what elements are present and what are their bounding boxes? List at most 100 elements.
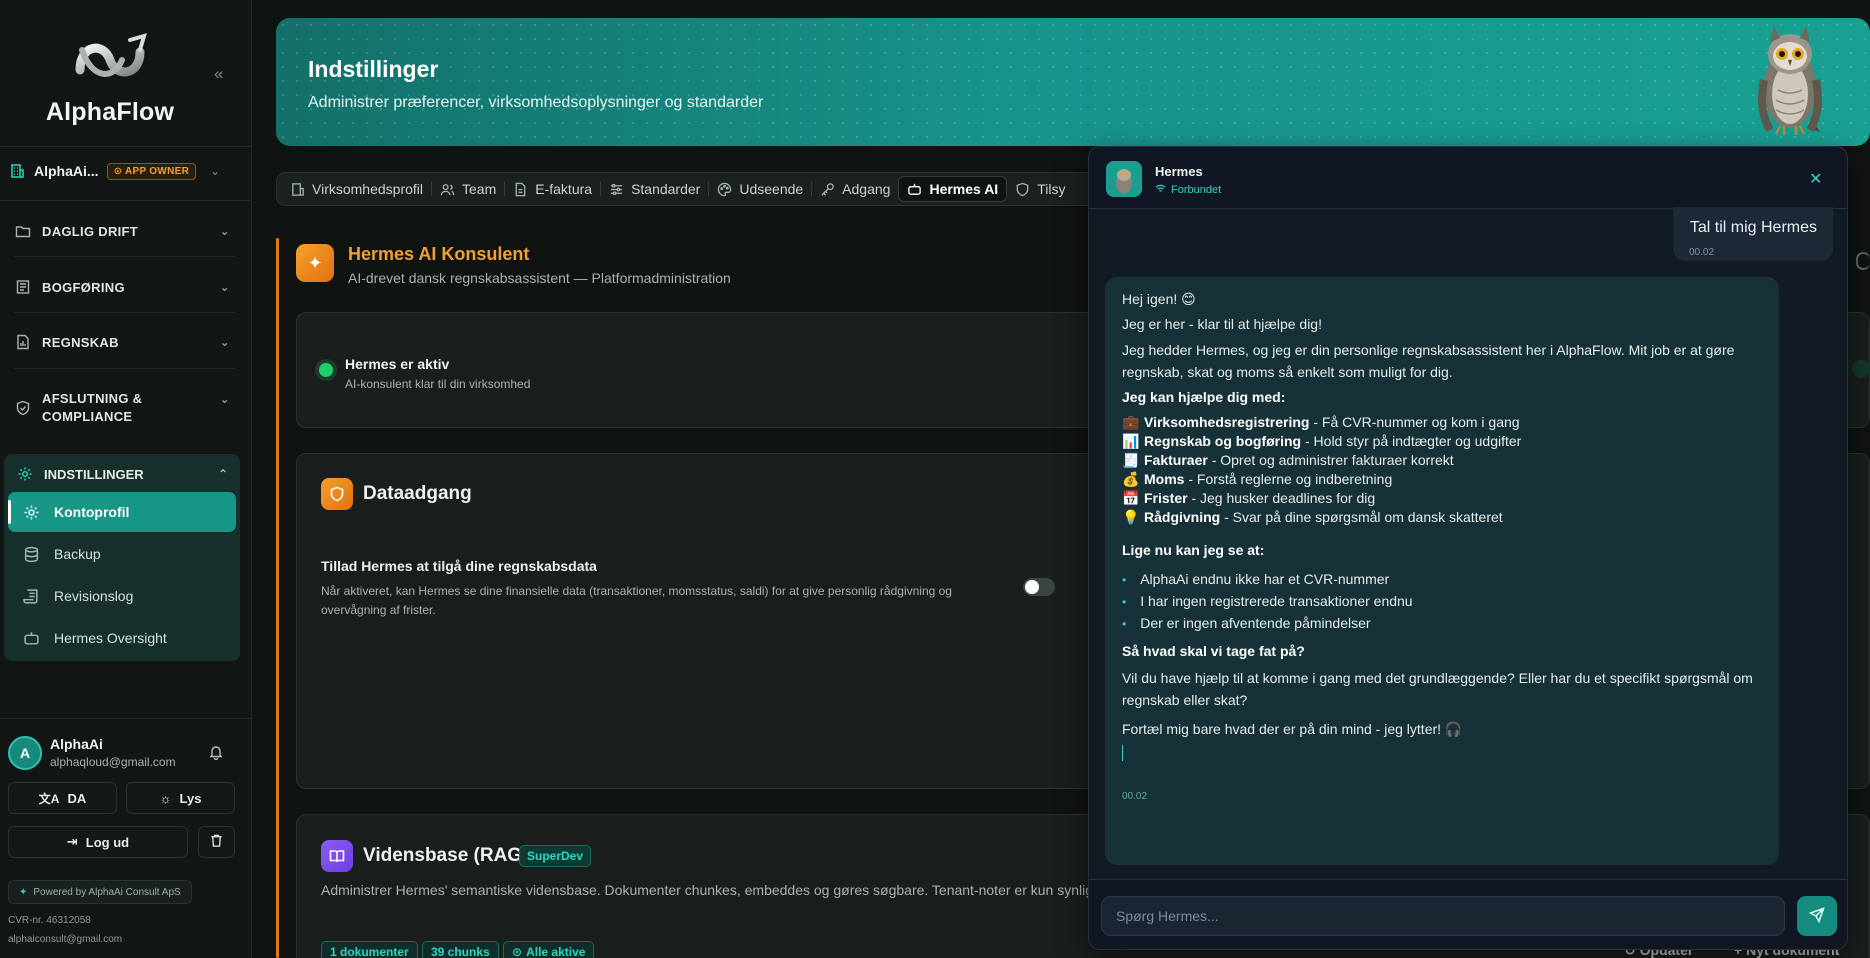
nav-section-label: COMPLIANCE xyxy=(42,409,133,424)
list-item: 📊 Regnskab og bogføring - Hold styr på in… xyxy=(1122,433,1521,450)
data-access-toggle[interactable] xyxy=(1023,578,1055,596)
nav-section-label: DAGLIG DRIFT xyxy=(42,223,139,239)
chat-input[interactable] xyxy=(1101,896,1785,936)
status-chip xyxy=(1852,360,1870,378)
tab-adgang[interactable]: Adgang xyxy=(812,176,898,202)
tab-label: Udseende xyxy=(739,181,804,197)
chat-header: Hermes Forbundet ✕ xyxy=(1089,147,1847,209)
message-paragraph: Jeg hedder Hermes, og jeg er din personl… xyxy=(1122,342,1735,380)
list-item: Der er ingen afventende påmindelser xyxy=(1122,615,1370,631)
nav-section-bogforing[interactable]: BOGFØRING ⌄ xyxy=(14,278,230,296)
sparkles-icon: ✦ xyxy=(296,244,334,282)
sidebar-item-revisionslog[interactable]: Revisionslog xyxy=(8,576,236,616)
message-paragraph: Vil du have hjælp til at komme i gang me… xyxy=(1122,670,1753,708)
shield-icon xyxy=(1016,182,1029,196)
send-icon xyxy=(1808,906,1825,926)
sliders-icon xyxy=(610,183,623,195)
delete-button[interactable] xyxy=(198,826,235,858)
section-accent-bar xyxy=(276,238,279,958)
palette-icon xyxy=(718,182,732,196)
theme-button[interactable]: ☼ Lys xyxy=(126,782,235,814)
message-line: Fortæl mig bare hvad der er på din mind … xyxy=(1122,721,1463,737)
setting-description: Når aktiveret, kan Hermes se dine finans… xyxy=(321,584,952,617)
chunks-count-chip: 39 chunks xyxy=(422,941,499,958)
tab-standarder[interactable]: Standarder xyxy=(601,176,708,202)
user-email: alphaqloud@gmail.com xyxy=(50,755,176,769)
all-active-chip: ⊙ Alle aktive xyxy=(503,941,595,958)
language-label: DA xyxy=(67,790,87,806)
bell-icon[interactable] xyxy=(208,744,224,764)
connection-status-text: Forbundet xyxy=(1171,184,1222,196)
sun-icon: ☼ xyxy=(159,790,172,806)
superdev-badge: SuperDev xyxy=(519,845,592,867)
book-icon xyxy=(14,278,32,296)
tab-virksomhedsprofil[interactable]: Virksomhedsprofil xyxy=(282,176,431,202)
tab-label: Adgang xyxy=(842,181,891,197)
hermes-avatar xyxy=(1106,161,1142,197)
list-item: 💰 Moms - Forstå reglerne og indberetning xyxy=(1122,471,1392,488)
chart-icon: 📊 xyxy=(1122,433,1140,449)
tab-hermes-ai[interactable]: Hermes AI xyxy=(898,176,1008,202)
language-button[interactable]: 文A DA xyxy=(8,782,117,814)
setting-label: Tillad Hermes at tilgå dine regnskabsdat… xyxy=(321,558,597,574)
message-line: Jeg er her - klar til at hjælpe dig! xyxy=(1122,316,1322,332)
gear-icon xyxy=(22,503,40,521)
sidebar-item-label: Hermes Oversight xyxy=(54,630,167,646)
powered-by-text: Powered by AlphaAi Consult ApS xyxy=(33,886,181,898)
logout-label: Log ud xyxy=(85,834,130,850)
collapse-sidebar-icon[interactable]: « xyxy=(214,64,223,84)
app-owner-badge: ⊙ APP OWNER xyxy=(106,162,197,180)
close-icon[interactable]: ✕ xyxy=(1809,169,1822,189)
send-button[interactable] xyxy=(1797,896,1837,936)
divider xyxy=(14,368,236,369)
logout-button[interactable]: ⇥ Log ud xyxy=(8,826,188,858)
file-icon xyxy=(515,182,526,196)
nav-section-regnskab[interactable]: REGNSKAB ⌄ xyxy=(14,333,230,351)
list-item-text: - Opret og administrer fakturaer korrekt xyxy=(1207,452,1454,468)
message-heading: Så hvad skal vi tage fat på? xyxy=(1122,643,1305,659)
chip-label: 39 chunks xyxy=(431,945,490,958)
users-icon xyxy=(440,183,455,195)
org-switcher[interactable]: AlphaAi... ⊙ APP OWNER ⌄ xyxy=(8,160,244,182)
list-item-text: - Svar på dine spørgsmål om dansk skatte… xyxy=(1220,509,1503,525)
assistant-message: Hej igen! 😊 Jeg er her - klar til at hjæ… xyxy=(1105,277,1779,865)
nav-section-afslutning-compliance[interactable]: AFSLUTNING & COMPLIANCE ⌄ xyxy=(14,390,230,426)
theme-label: Lys xyxy=(179,790,202,806)
user-name: AlphaAi xyxy=(50,736,103,752)
list-item: 📅 Frister - Jeg husker deadlines for dig xyxy=(1122,490,1375,507)
status-title: Hermes er aktiv xyxy=(345,356,450,372)
divider xyxy=(14,312,236,313)
bot-icon xyxy=(22,629,40,647)
logo-text: AlphaFlow xyxy=(45,98,175,126)
nav-section-label: BOGFØRING xyxy=(42,279,125,295)
tab-tilsyn[interactable]: Tilsy xyxy=(1007,176,1073,202)
money-bag-icon: 💰 xyxy=(1122,471,1140,487)
nav-section-daglig-drift[interactable]: DAGLIG DRIFT ⌄ xyxy=(14,222,230,240)
divider xyxy=(0,200,252,201)
nav-section-indstillinger-header[interactable]: INDSTILLINGER ⌃ xyxy=(16,465,228,483)
chevron-down-icon: ⌄ xyxy=(219,392,230,406)
sidebar-item-kontoprofil[interactable]: Kontoprofil xyxy=(8,492,236,532)
sidebar-item-hermes-oversight[interactable]: Hermes Oversight xyxy=(8,618,236,658)
chevron-down-icon: ⌄ xyxy=(219,335,230,349)
settings-tabs: Virksomhedsprofil Team E-faktura Standar… xyxy=(276,172,1096,206)
tab-e-faktura[interactable]: E-faktura xyxy=(505,176,600,202)
folder-icon xyxy=(14,222,32,240)
list-item-title: Fakturaer xyxy=(1144,452,1208,468)
card-description: Administrer Hermes' semantiske vidensbas… xyxy=(321,882,1101,898)
shield-check-icon xyxy=(14,399,32,417)
divider xyxy=(0,146,252,147)
sidebar-item-label: Backup xyxy=(54,546,101,562)
database-icon xyxy=(22,545,40,563)
toggle-switch[interactable] xyxy=(1856,252,1870,270)
list-item-text: - Forstå reglerne og indberetning xyxy=(1184,471,1393,487)
message-line: Hej igen! 😊 xyxy=(1122,291,1196,307)
tab-udseende[interactable]: Udseende xyxy=(709,176,811,202)
translate-icon: 文A xyxy=(38,791,60,806)
sidebar-item-backup[interactable]: Backup xyxy=(8,534,236,574)
wifi-icon xyxy=(1155,183,1166,197)
book-open-icon xyxy=(321,840,353,872)
user-profile[interactable]: A AlphaAi alphaqloud@gmail.com xyxy=(8,734,240,772)
logo[interactable]: AlphaFlow xyxy=(0,20,220,127)
tab-team[interactable]: Team xyxy=(432,176,504,202)
